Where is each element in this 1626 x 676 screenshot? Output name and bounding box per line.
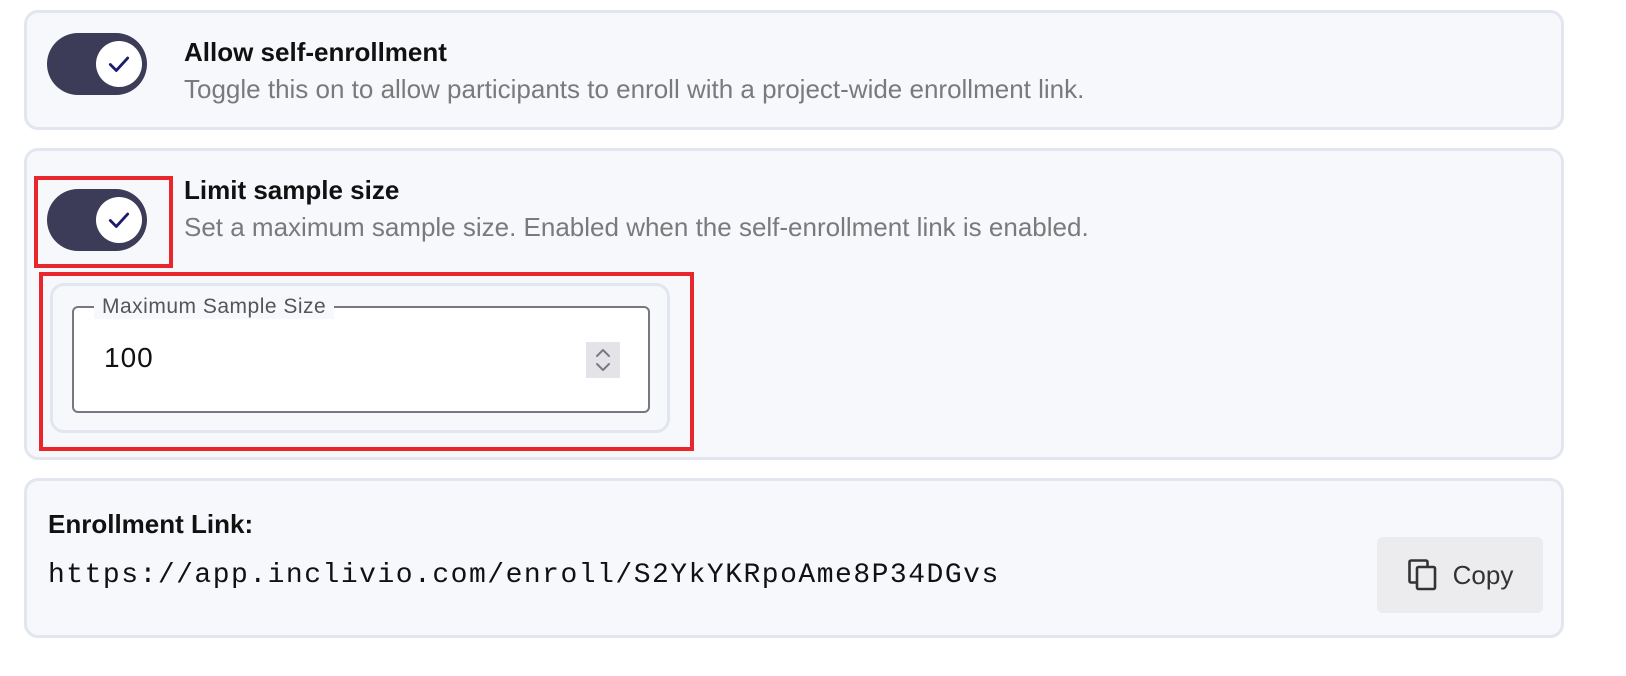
check-icon <box>108 212 130 228</box>
self-enrollment-toggle[interactable] <box>47 33 147 95</box>
check-icon <box>108 56 130 72</box>
self-enrollment-card: Allow self-enrollment Toggle this on to … <box>24 10 1564 130</box>
copy-button[interactable]: Copy <box>1377 537 1543 613</box>
copy-button-label: Copy <box>1452 559 1514 590</box>
max-sample-size-label: Maximum Sample Size <box>94 295 335 319</box>
limit-sample-description: Set a maximum sample size. Enabled when … <box>184 212 1089 242</box>
limit-sample-toggle[interactable] <box>47 189 147 251</box>
limit-sample-title: Limit sample size <box>184 175 400 205</box>
enrollment-link-title: Enrollment Link: <box>48 509 254 539</box>
number-stepper[interactable] <box>586 342 620 378</box>
self-enrollment-title: Allow self-enrollment <box>184 37 447 67</box>
chevron-up-down-icon <box>596 349 610 371</box>
toggle-knob <box>96 41 142 87</box>
max-sample-size-container: Maximum Sample Size 100 <box>50 283 670 433</box>
max-sample-size-field[interactable]: Maximum Sample Size 100 <box>72 295 650 413</box>
enrollment-link-card: Enrollment Link: https://app.inclivio.co… <box>24 478 1564 638</box>
copy-icon <box>1407 559 1436 591</box>
limit-sample-card: Limit sample size Set a maximum sample s… <box>24 148 1564 460</box>
enrollment-link-url: https://app.inclivio.com/enroll/S2YkYKRp… <box>48 560 1000 591</box>
max-sample-size-input[interactable]: 100 <box>104 342 154 374</box>
toggle-knob <box>96 197 142 243</box>
self-enrollment-description: Toggle this on to allow participants to … <box>184 74 1085 104</box>
